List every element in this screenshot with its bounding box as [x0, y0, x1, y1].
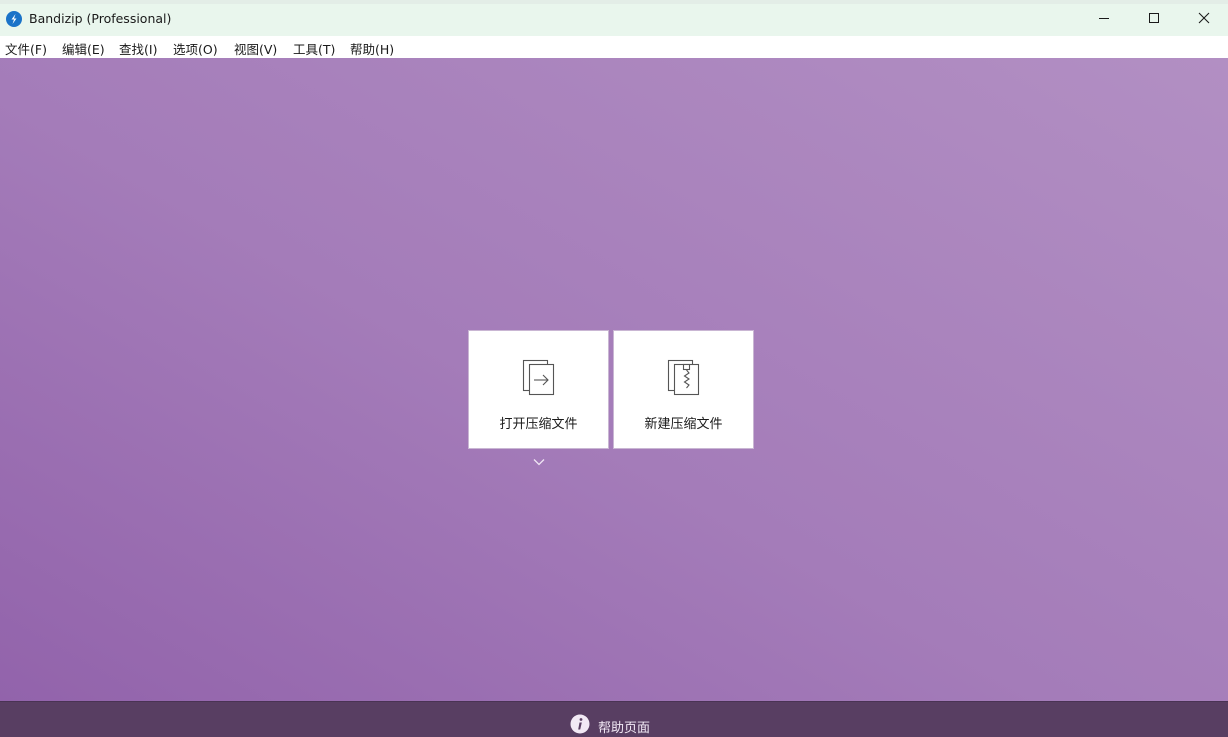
start-screen: 打开压缩文件 新建压缩文件 [0, 58, 1228, 701]
chevron-down-icon[interactable] [532, 457, 546, 467]
menu-help[interactable]: 帮助(H) [350, 39, 394, 58]
menu-view[interactable]: 视图(V) [234, 39, 277, 58]
help-page-label: 帮助页面 [598, 721, 651, 736]
new-archive-icon [667, 359, 700, 396]
maximize-button[interactable] [1130, 0, 1178, 36]
maximize-icon [1149, 13, 1159, 23]
window-title: Bandizip (Professional) [29, 11, 172, 26]
open-archive-button[interactable]: 打开压缩文件 [468, 330, 609, 449]
title-bar-top-strip [0, 0, 1228, 4]
open-archive-icon [522, 359, 555, 396]
minimize-icon [1099, 18, 1109, 19]
menu-edit[interactable]: 编辑(E) [62, 39, 105, 58]
bandizip-logo-icon[interactable] [6, 11, 22, 27]
menu-tools[interactable]: 工具(T) [293, 39, 335, 58]
minimize-button[interactable] [1080, 0, 1128, 36]
menu-file[interactable]: 文件(F) [5, 39, 47, 58]
new-archive-label: 新建压缩文件 [644, 417, 723, 432]
menu-options[interactable]: 选项(O) [173, 39, 218, 58]
close-icon [1198, 12, 1210, 24]
bandizip-window: Bandizip (Professional) 文件(F) 编辑(E) 查找(I… [0, 0, 1228, 737]
close-button[interactable] [1180, 0, 1228, 36]
open-archive-label: 打开压缩文件 [499, 417, 578, 432]
title-bar[interactable]: Bandizip (Professional) [0, 0, 1228, 36]
menu-find[interactable]: 查找(I) [119, 39, 157, 58]
menu-bar: 文件(F) 编辑(E) 查找(I) 选项(O) 视图(V) 工具(T) 帮助(H… [0, 36, 1228, 58]
info-icon [570, 714, 590, 734]
new-archive-button[interactable]: 新建压缩文件 [613, 330, 754, 449]
footer-bar: 帮助页面 [0, 701, 1228, 737]
